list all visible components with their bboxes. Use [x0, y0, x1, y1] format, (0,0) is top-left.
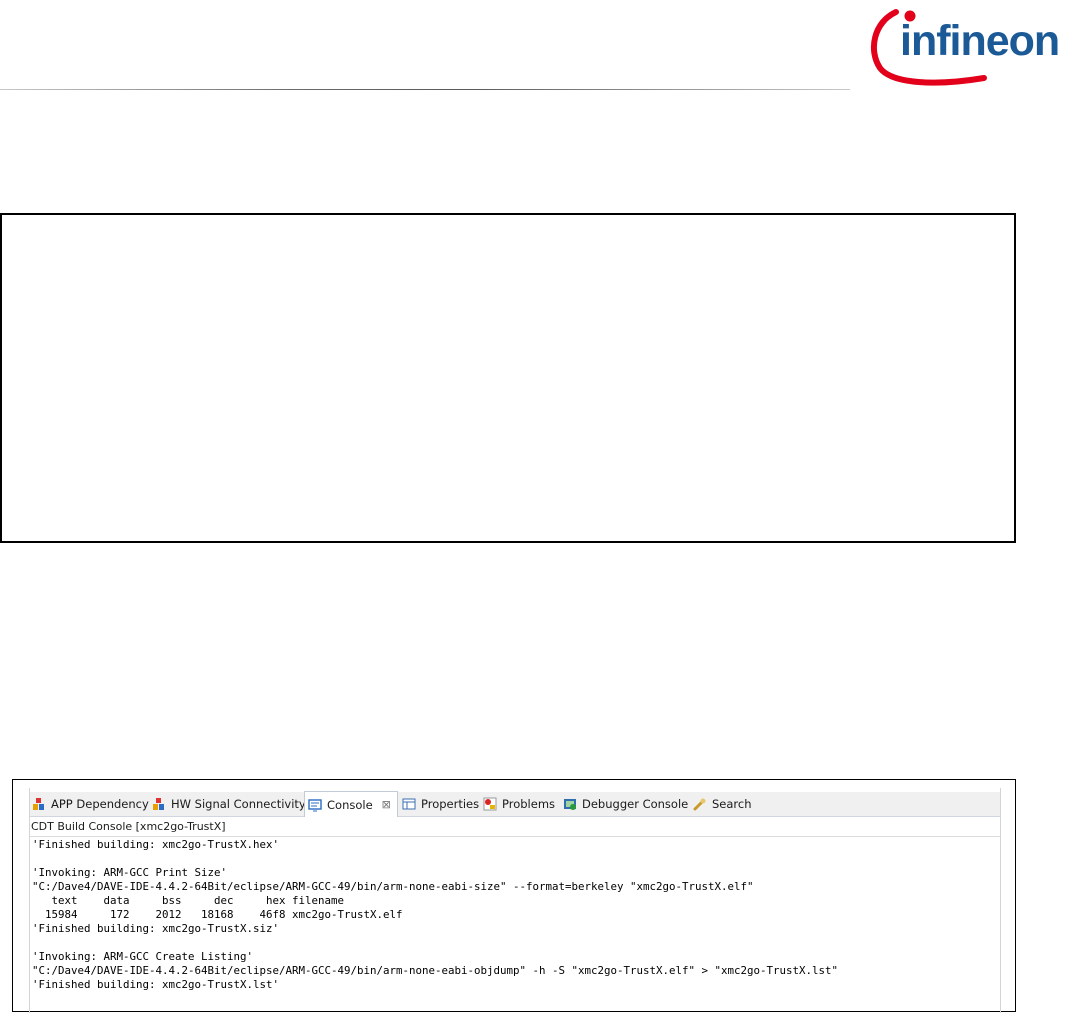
tab-debugger-console[interactable]: Debugger Console [563, 792, 688, 816]
tab-app-dependency[interactable]: APP Dependency [32, 792, 149, 816]
tab-label: APP Dependency [51, 797, 149, 811]
console-line: 'Finished building: xmc2go-TrustX.siz' [32, 922, 280, 935]
header-divider [0, 89, 850, 90]
problems-icon [483, 797, 497, 811]
tab-label: Debugger Console [582, 797, 689, 811]
view-tab-bar: APP Dependency HW Signal Connectivity Co… [30, 791, 1000, 817]
tab-console[interactable]: Console ⊠ [304, 791, 398, 817]
console-line: 'Finished building: xmc2go-TrustX.hex' [32, 838, 280, 851]
console-screenshot-frame: APP Dependency HW Signal Connectivity Co… [12, 779, 1016, 1013]
tab-label: Problems [502, 797, 556, 811]
tab-label: Search [712, 797, 752, 811]
console-line: 'Finished building: xmc2go-TrustX.lst' [32, 978, 280, 991]
console-title: CDT Build Console [xmc2go-TrustX] [30, 818, 1000, 837]
logo-wordmark: infineon [900, 17, 1060, 65]
empty-figure-box [0, 213, 1016, 543]
tab-label: Console [327, 797, 373, 812]
console-line: 'Invoking: ARM-GCC Create Listing' [32, 950, 254, 963]
console-line: text data bss dec hex filename [32, 894, 345, 907]
infineon-logo: infineon [866, 6, 1070, 86]
tab-label: Properties [421, 797, 480, 811]
tab-hw-signal-connectivity[interactable]: HW Signal Connectivity [152, 792, 306, 816]
tab-properties[interactable]: Properties [402, 792, 479, 816]
console-line: 15984 172 2012 18168 46f8 xmc2go-TrustX.… [32, 908, 403, 921]
console-output[interactable]: 'Finished building: xmc2go-TrustX.hex' '… [30, 836, 1000, 1013]
hw-signal-icon [152, 797, 166, 811]
console-line: "C:/Dave4/DAVE-IDE-4.4.2-64Bit/eclipse/A… [32, 964, 839, 977]
eclipse-console-view: APP Dependency HW Signal Connectivity Co… [29, 788, 1001, 1013]
console-icon [308, 798, 322, 812]
app-dependency-icon [32, 797, 46, 811]
tab-label: HW Signal Connectivity [171, 797, 306, 811]
close-icon[interactable]: ⊠ [382, 798, 391, 811]
console-line: "C:/Dave4/DAVE-IDE-4.4.2-64Bit/eclipse/A… [32, 880, 754, 893]
tab-problems[interactable]: Problems [483, 792, 555, 816]
tab-search[interactable]: Search [693, 792, 752, 816]
debugger-console-icon [563, 797, 577, 811]
console-line: 'Invoking: ARM-GCC Print Size' [32, 866, 228, 879]
search-icon [693, 797, 707, 811]
properties-icon [402, 797, 416, 811]
